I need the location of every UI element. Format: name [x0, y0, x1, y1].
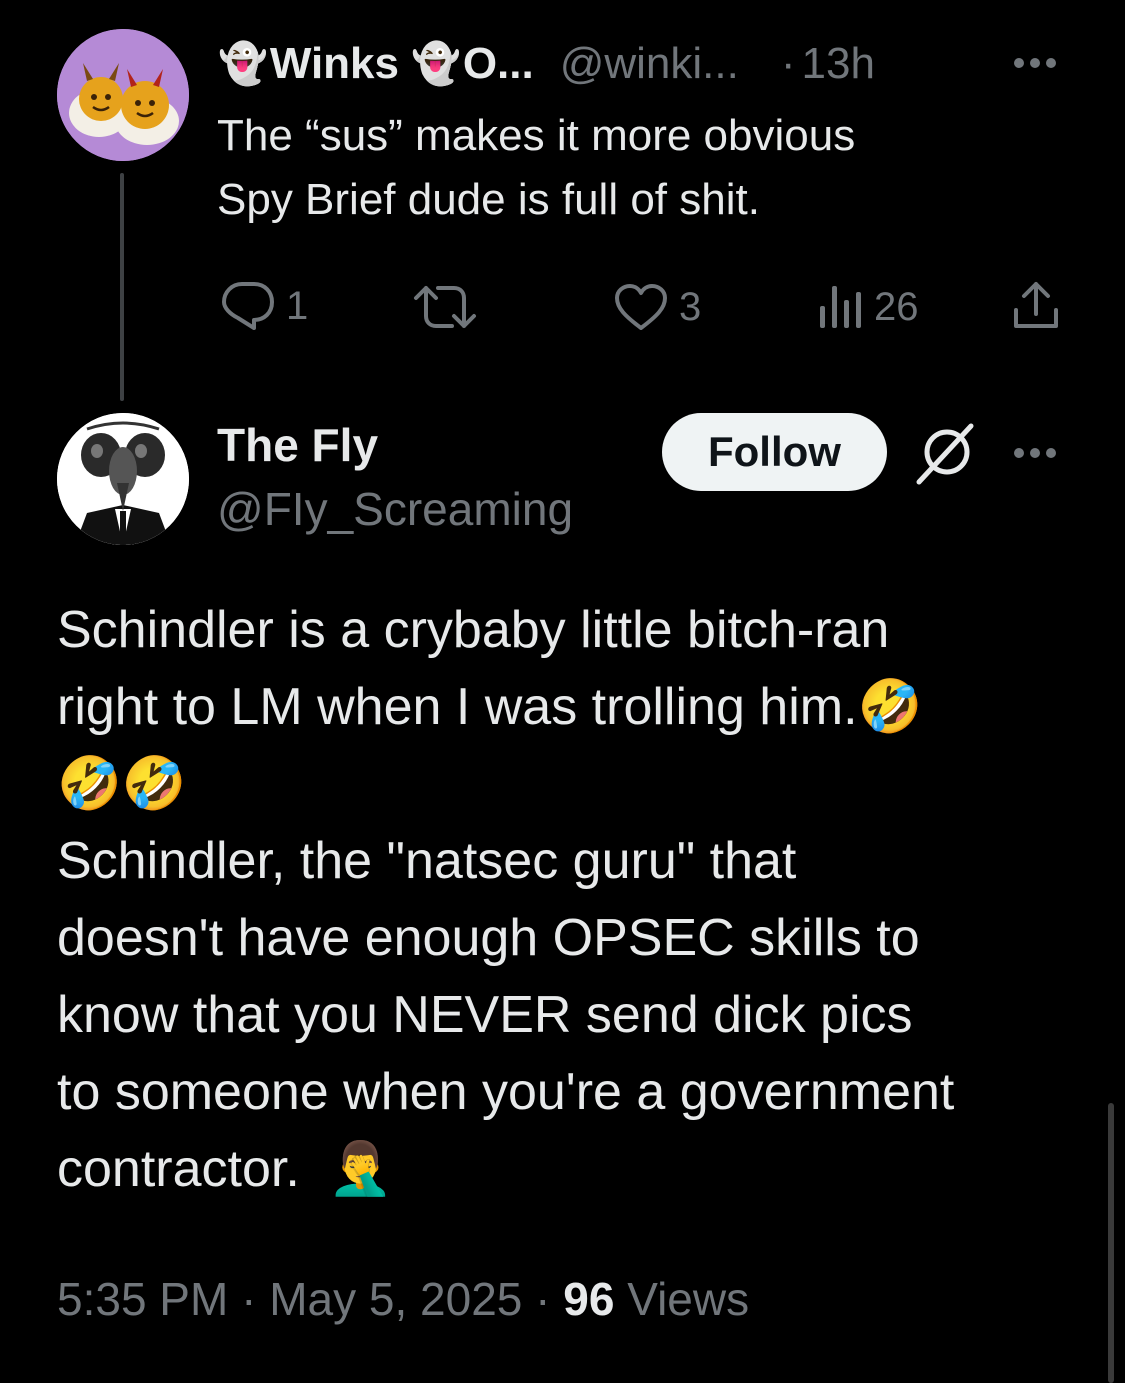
rolling-laughing-emoji-icon: 🤣 [121, 754, 187, 814]
tweet-date[interactable]: May 5, 2025 [269, 1273, 522, 1325]
main-display-name[interactable]: The Fly [217, 418, 378, 472]
like-button[interactable]: 3 [613, 282, 701, 332]
facepalm-emoji-icon: 🤦‍♂️ [328, 1139, 393, 1199]
main-text-line: doesn't have enough OPSEC skills to [57, 909, 920, 967]
parent-display-name[interactable]: Winks [270, 39, 399, 89]
main-text-line: 🤣🤣 [57, 746, 1077, 823]
parent-text-line: The “sus” makes it more obvious [217, 111, 856, 160]
reply-count: 1 [286, 283, 309, 328]
main-text-line: Schindler is a crybaby little bitch-ran [57, 601, 890, 659]
views-button[interactable]: 26 [816, 282, 919, 332]
tweet-meta: 5:35 PM · May 5, 2025 · 96 Views [57, 1272, 749, 1326]
parent-display-name-suffix[interactable]: O... [463, 39, 534, 89]
parent-tweet-text: The “sus” makes it more obvious Spy Brie… [217, 104, 1077, 232]
repost-button[interactable] [412, 282, 478, 332]
parent-tweet-header: 👻 Winks 👻 O... @winki... · 13h [218, 34, 875, 94]
grok-button[interactable] [913, 420, 977, 491]
deviled-eggs-avatar-image [57, 29, 189, 161]
main-text-line: right to LM when I was trolling him.🤣 [57, 677, 923, 737]
main-more-icon[interactable] [1014, 448, 1056, 458]
main-text-line: Schindler, the "natsec guru" that [57, 832, 797, 890]
like-count: 3 [679, 284, 702, 329]
main-text-line: know that you NEVER send dick pics [57, 986, 913, 1044]
rolling-laughing-emoji-icon: 🤣 [857, 677, 923, 737]
thread-connector-line [120, 173, 124, 401]
share-button[interactable] [1010, 280, 1062, 332]
repost-icon [414, 286, 476, 328]
reply-button[interactable]: 1 [220, 280, 308, 332]
views-count: 26 [874, 284, 919, 329]
parent-text-line: Spy Brief dude is full of shit. [217, 175, 760, 224]
ghost-emoji-icon: 👻 [218, 41, 268, 87]
grok-icon [916, 423, 974, 485]
tweet-time[interactable]: 5:35 PM [57, 1273, 228, 1325]
views-label: Views [627, 1273, 750, 1325]
meta-separator: · [535, 1273, 551, 1325]
views-total: 96 [563, 1273, 615, 1325]
parent-timestamp[interactable]: 13h [802, 39, 875, 89]
main-text-line: to someone when you're a government [57, 1063, 955, 1121]
views-icon [820, 286, 861, 328]
main-tweet-text: Schindler is a crybaby little bitch-ran … [57, 592, 1077, 1208]
main-avatar[interactable] [57, 413, 189, 545]
parent-avatar[interactable] [57, 29, 189, 161]
follow-button[interactable]: Follow [662, 413, 887, 491]
share-icon [1014, 282, 1058, 328]
main-text-line: contractor. 🤦‍♂️ [57, 1139, 393, 1199]
parent-handle[interactable]: @winki... [560, 39, 739, 89]
fly-portrait-avatar-image [57, 413, 189, 545]
meta-separator: · [241, 1273, 257, 1325]
ghost-emoji-icon: 👻 [411, 41, 461, 87]
like-icon [615, 284, 667, 330]
scrollbar[interactable] [1108, 1103, 1114, 1383]
reply-icon [222, 282, 274, 330]
parent-more-icon[interactable] [1014, 58, 1056, 68]
parent-separator: · [780, 39, 796, 88]
rolling-laughing-emoji-icon: 🤣 [57, 754, 122, 814]
main-handle[interactable]: @FIy_Screaming [217, 482, 573, 536]
